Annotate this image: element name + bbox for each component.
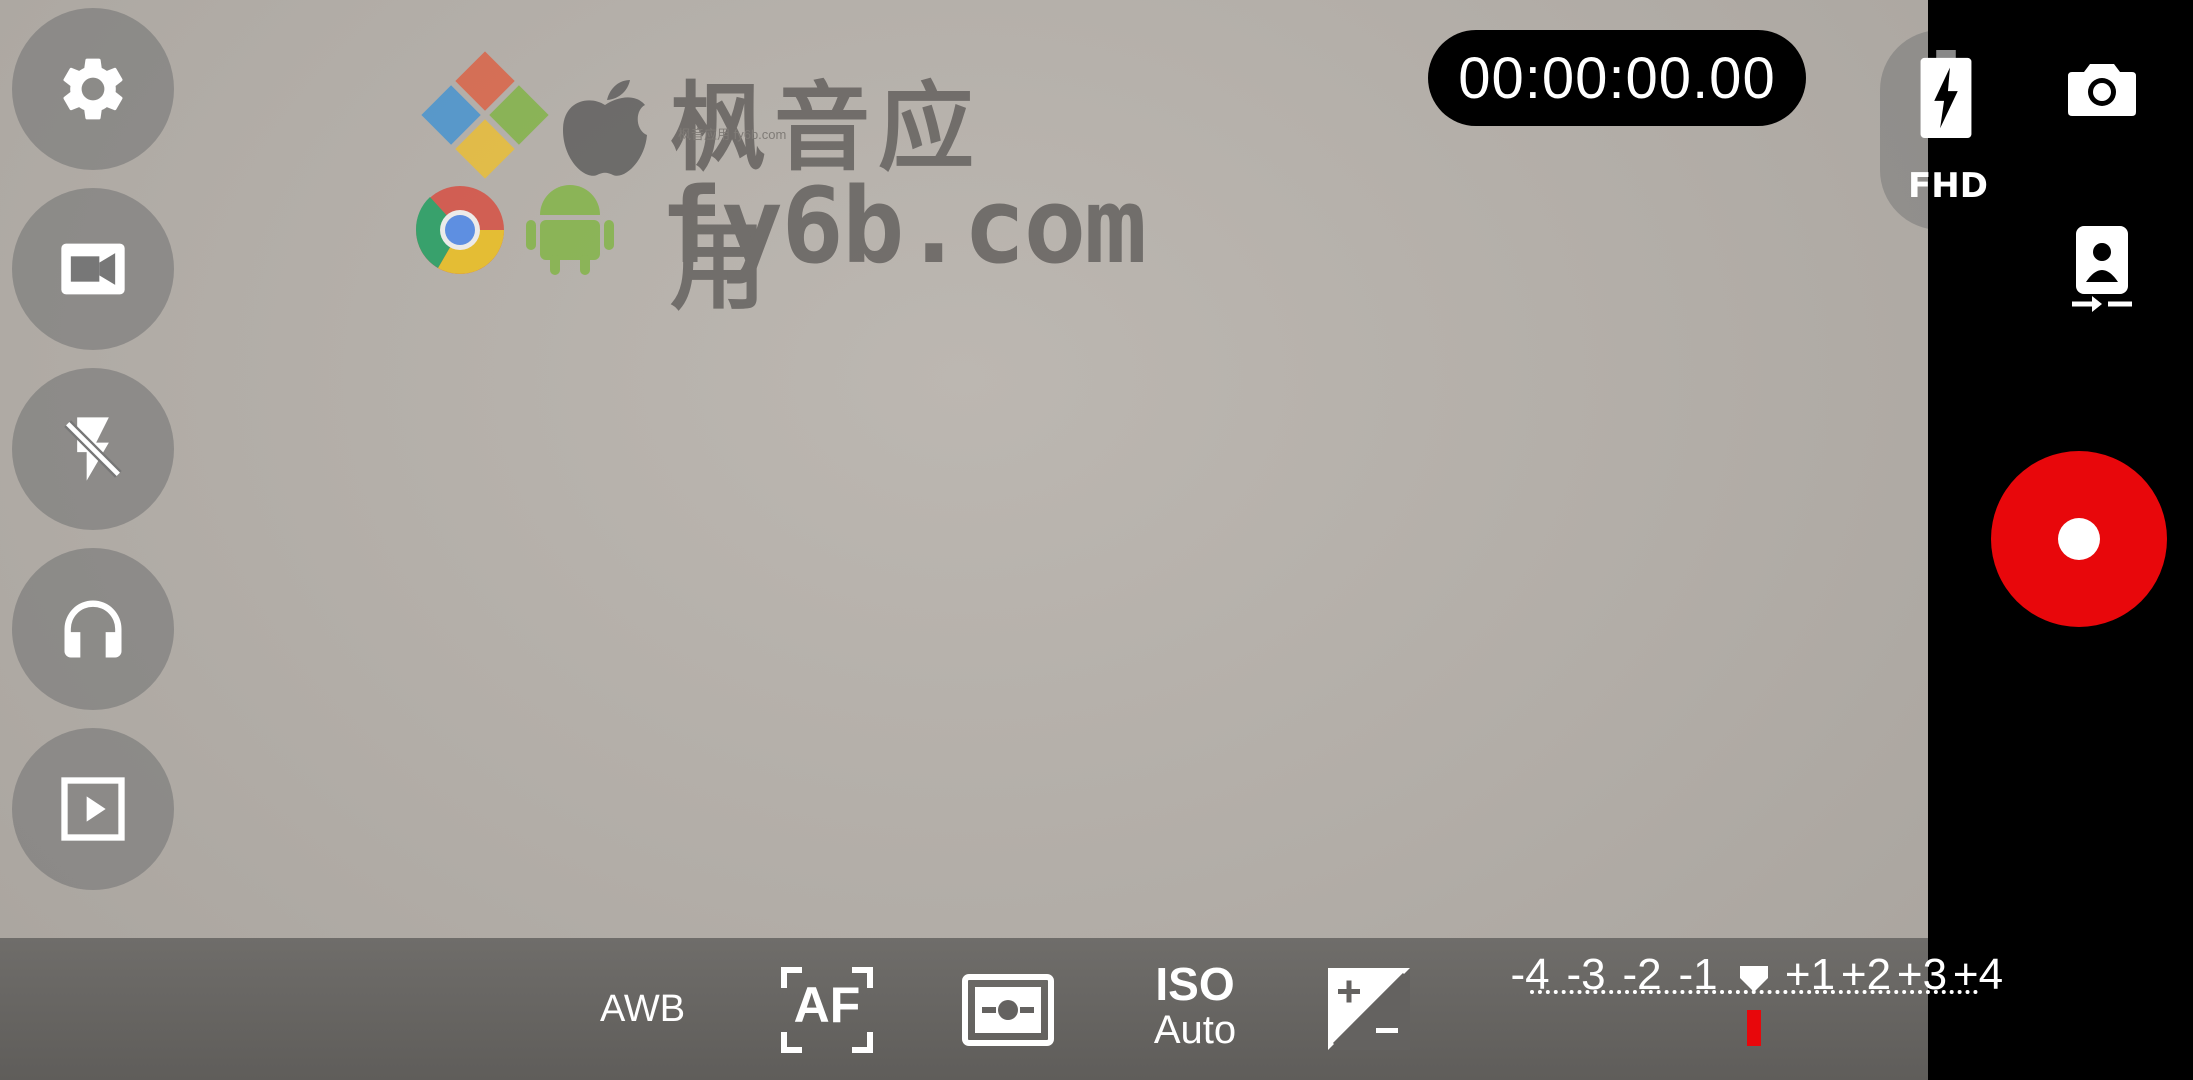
exposure-compensation-icon[interactable] — [1328, 968, 1410, 1050]
flash-off-icon — [64, 417, 122, 481]
resolution-label[interactable]: FHD — [1908, 166, 1988, 206]
ev-tick: +1 — [1784, 950, 1836, 999]
ev-tick: -2 — [1622, 950, 1662, 999]
ev-tick: +3 — [1896, 950, 1948, 999]
headphones-icon — [64, 600, 122, 658]
ev-tick: +2 — [1840, 950, 1892, 999]
ev-current-marker — [1747, 1010, 1761, 1046]
ev-tick: +4 — [1952, 950, 2004, 999]
audio-monitor-button[interactable] — [12, 548, 174, 710]
ev-tick: -1 — [1678, 950, 1718, 999]
windows-logo-icon — [421, 51, 549, 179]
af-button-label[interactable]: AF — [780, 976, 874, 1034]
gear-icon — [63, 58, 123, 120]
video-camera-icon — [61, 243, 125, 295]
watermark-small-text: 枫音应用 fy6b.com — [678, 127, 787, 142]
ev-tick: -4 — [1510, 950, 1550, 999]
awb-button[interactable]: AWB — [600, 988, 685, 1031]
gallery-play-button[interactable] — [12, 728, 174, 890]
apple-logo-icon — [563, 80, 647, 176]
video-mode-button[interactable] — [12, 188, 174, 350]
switch-camera-icon[interactable] — [2072, 226, 2132, 312]
iso-button[interactable]: ISO Auto — [1130, 960, 1260, 1060]
camera-icon[interactable] — [2068, 60, 2136, 116]
record-icon — [2058, 518, 2100, 560]
camera-viewfinder[interactable]: 枫音应用 枫音应用 fy6b.com fy6b.com 00:00:00.00 — [0, 0, 1928, 1080]
iso-value: Auto — [1153, 1008, 1237, 1052]
settings-button[interactable] — [12, 8, 174, 170]
iso-title: ISO — [1155, 958, 1235, 1010]
flash-off-button[interactable] — [12, 368, 174, 530]
watermark-url: fy6b.com — [660, 165, 1147, 287]
play-icon — [61, 777, 125, 841]
ev-tick: -3 — [1566, 950, 1606, 999]
exposure-scale[interactable]: -4 -3 -2 -1 +1 +2 +3 +4 — [1500, 950, 2003, 1060]
recording-timer: 00:00:00.00 — [1428, 30, 1806, 126]
android-logo-icon — [526, 185, 614, 275]
battery-charging-icon — [1920, 50, 1972, 139]
metering-icon[interactable] — [962, 974, 1054, 1046]
ev-pointer-icon[interactable] — [1740, 966, 1768, 992]
record-button[interactable] — [1991, 451, 2167, 627]
watermark-logo: 枫音应用 枫音应用 fy6b.com fy6b.com — [415, 50, 1147, 323]
chrome-logo-icon — [415, 186, 504, 274]
